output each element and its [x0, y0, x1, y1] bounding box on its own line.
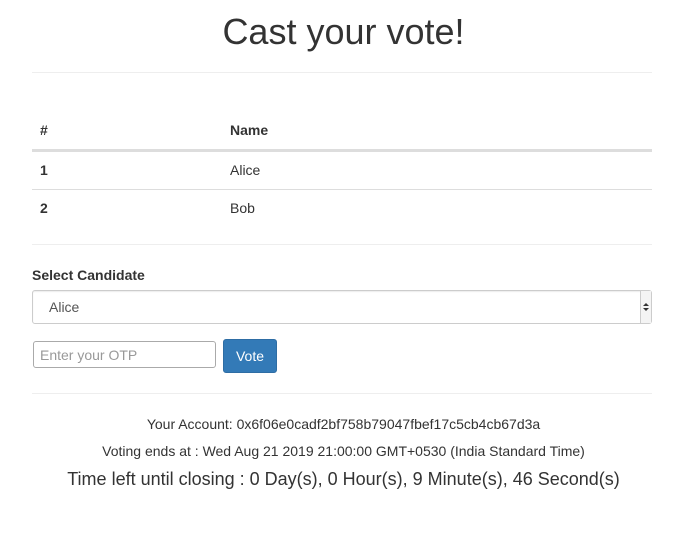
voting-end-time: Voting ends at : Wed Aug 21 2019 21:00:0… — [102, 443, 585, 459]
page-title: Cast your vote! — [222, 11, 465, 52]
select-candidate-label: Select Candidate — [32, 267, 145, 283]
candidates-table: # Name 1 Alice 2 Bob — [32, 112, 652, 227]
column-header-number: # — [40, 122, 48, 138]
candidate-name: Alice — [230, 162, 261, 178]
selected-candidate-value: Alice — [49, 299, 80, 315]
dropdown-arrow-icon[interactable] — [640, 291, 651, 323]
divider — [32, 393, 652, 394]
time-left-countdown: Time left until closing : 0 Day(s), 0 Ho… — [67, 469, 620, 489]
candidate-select[interactable]: Alice — [32, 290, 652, 324]
account-address: Your Account: 0x6f06e0cadf2bf758b79047fb… — [146, 416, 541, 432]
vote-button[interactable]: Vote — [223, 339, 277, 373]
candidate-id: 2 — [40, 200, 48, 216]
column-header-name: Name — [230, 122, 269, 138]
table-header-row: # Name — [32, 112, 652, 151]
divider — [32, 72, 652, 73]
table-row: 1 Alice — [32, 151, 652, 189]
otp-input[interactable] — [33, 341, 216, 368]
candidate-id: 1 — [40, 162, 48, 178]
table-row: 2 Bob — [32, 189, 652, 227]
voting-page: Cast your vote! # Name 1 Alice 2 Bob Sel… — [0, 0, 687, 541]
candidate-name: Bob — [230, 200, 255, 216]
divider — [32, 244, 652, 245]
